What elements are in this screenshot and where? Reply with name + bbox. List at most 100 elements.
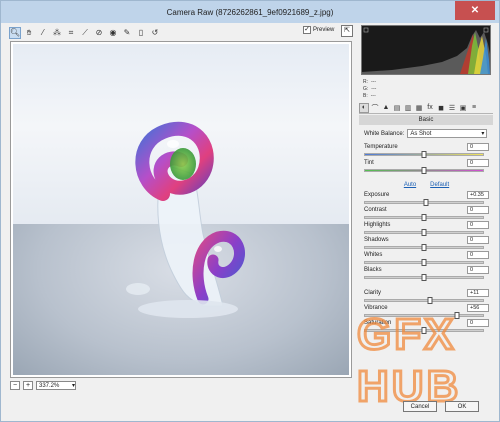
spot-removal-icon[interactable]: ⊘ <box>93 27 105 39</box>
zoom-level-select[interactable]: 337.2% ▾ <box>36 381 76 390</box>
tint-track[interactable] <box>364 167 484 174</box>
cancel-button[interactable]: Cancel <box>403 401 437 412</box>
ok-button[interactable]: OK <box>445 401 479 412</box>
preview-checkbox[interactable]: ✓ <box>303 26 311 34</box>
temperature-track[interactable] <box>364 151 484 158</box>
zoom-in-button[interactable]: + <box>23 381 33 390</box>
straighten-icon[interactable]: ⟋ <box>79 27 91 39</box>
auto-link[interactable]: Auto <box>404 182 416 188</box>
white-balance-row: White Balance: As Shot ▾ <box>364 129 489 138</box>
whites-slider-group: Whites 0 <box>364 250 489 266</box>
clarity-input[interactable]: +11 <box>467 288 489 297</box>
hand-icon[interactable]: ✋︎ <box>23 27 35 39</box>
adjustment-brush-icon[interactable]: ✎ <box>121 27 133 39</box>
exposure-input[interactable]: +0.35 <box>467 190 489 199</box>
color-sampler-icon[interactable]: ⁂ <box>51 27 63 39</box>
highlights-track[interactable] <box>364 229 484 236</box>
tint-thumb[interactable] <box>421 167 427 174</box>
highlights-input[interactable]: 0 <box>467 220 489 229</box>
snapshots-tab-icon[interactable]: ▣ <box>458 103 468 113</box>
preview-toggle[interactable]: ✓ Preview <box>303 26 334 34</box>
preview-label: Preview <box>313 27 335 33</box>
whites-input[interactable]: 0 <box>467 250 489 259</box>
chevron-down-icon: ▾ <box>481 131 485 137</box>
blacks-thumb[interactable] <box>421 274 427 281</box>
clarity-slider-group: Clarity +11 <box>364 288 489 304</box>
blacks-track[interactable] <box>364 274 484 281</box>
temperature-slider-group: Temperature 0 <box>364 142 489 158</box>
auto-default-row: Auto Default <box>364 182 489 188</box>
clarity-label: Clarity <box>364 289 382 296</box>
presets-tab-icon[interactable]: ☰ <box>447 103 457 113</box>
exposure-slider-group: Exposure +0.35 <box>364 190 489 206</box>
tone-curve-tab-icon[interactable]: ⌒ <box>370 103 380 113</box>
exposure-label: Exposure <box>364 191 390 198</box>
effects-tab-icon[interactable]: fx <box>425 103 435 113</box>
glass-letters-image <box>126 121 245 318</box>
split-toning-tab-icon[interactable]: ▥ <box>403 103 413 113</box>
default-link[interactable]: Default <box>430 182 449 188</box>
shadows-label: Shadows <box>364 236 389 243</box>
panel-title: Basic <box>359 115 493 125</box>
blacks-slider-group: Blacks 0 <box>364 265 489 281</box>
b-value: --- <box>370 93 376 99</box>
crop-icon[interactable]: ⌗ <box>65 27 77 39</box>
contrast-track[interactable] <box>364 214 484 221</box>
dialog-buttons: Cancel OK <box>403 401 479 412</box>
rotate-icon[interactable]: ↺ <box>149 27 161 39</box>
white-balance-value: As Shot <box>410 130 432 137</box>
exposure-track[interactable] <box>364 199 484 206</box>
tint-label: Tint <box>364 159 374 166</box>
camera-raw-window: Camera Raw (8726262861_9ef0921689_z.jpg)… <box>0 0 500 422</box>
b-label: B: <box>363 93 368 99</box>
zoom-out-button[interactable]: − <box>10 381 20 390</box>
title-bar: Camera Raw (8726262861_9ef0921689_z.jpg)… <box>1 1 499 23</box>
histogram-graph <box>362 27 490 74</box>
shadows-input[interactable]: 0 <box>467 235 489 244</box>
contrast-slider-group: Contrast 0 <box>364 205 489 221</box>
panel-menu-icon[interactable]: ≡ <box>469 103 479 113</box>
highlights-slider-group: Highlights 0 <box>364 220 489 236</box>
image-preview[interactable] <box>10 41 352 378</box>
r-label: R: <box>363 79 368 85</box>
watermark-logo: GFX HUB <box>356 309 460 412</box>
red-eye-icon[interactable]: ◉ <box>107 27 119 39</box>
camera-calibration-tab-icon[interactable]: ◼ <box>436 103 446 113</box>
detail-tab-icon[interactable]: ▲ <box>381 103 391 113</box>
shadows-track[interactable] <box>364 244 484 251</box>
temperature-thumb[interactable] <box>421 151 427 158</box>
window-title: Camera Raw (8726262861_9ef0921689_z.jpg) <box>166 7 334 17</box>
close-window-button[interactable]: ✕ <box>455 1 495 20</box>
g-value: --- <box>371 86 377 92</box>
contrast-input[interactable]: 0 <box>467 205 489 214</box>
fullscreen-icon[interactable]: ⇱ <box>341 25 353 37</box>
r-value: --- <box>371 79 376 85</box>
chevron-down-icon: ▾ <box>71 383 75 389</box>
white-balance-select[interactable]: As Shot ▾ <box>407 129 488 138</box>
panel-tabs: ◐ ⌒ ▲ ▤ ▥ ▦ fx ◼ ☰ ▣ ≡ <box>359 102 493 114</box>
g-label: G: <box>363 86 369 92</box>
basic-tab-icon[interactable]: ◐ <box>359 102 369 113</box>
graduated-filter-icon[interactable]: ▯ <box>135 27 147 39</box>
contrast-label: Contrast <box>364 206 387 213</box>
whites-track[interactable] <box>364 259 484 266</box>
histogram <box>361 25 491 75</box>
zoom-icon[interactable]: 🔍︎ <box>9 26 21 39</box>
blacks-input[interactable]: 0 <box>467 265 489 274</box>
blacks-label: Blacks <box>364 266 382 273</box>
whites-label: Whites <box>364 251 383 258</box>
svg-text:GFX: GFX <box>357 310 456 359</box>
rgb-readout: R: --- G: --- B: --- <box>363 79 376 100</box>
shadows-slider-group: Shadows 0 <box>364 235 489 251</box>
tint-slider-group: Tint 0 <box>364 158 489 174</box>
hsl-tab-icon[interactable]: ▤ <box>392 103 402 113</box>
highlights-label: Highlights <box>364 221 391 228</box>
white-balance-label: White Balance: <box>364 130 405 137</box>
eyedropper-icon[interactable]: ⁄ <box>37 27 49 39</box>
temperature-label: Temperature <box>364 143 398 150</box>
zoom-controls: − + 337.2% ▾ <box>10 381 76 390</box>
zoom-level-value: 337.2% <box>39 382 60 389</box>
temperature-input[interactable]: 0 <box>467 142 489 151</box>
lens-tab-icon[interactable]: ▦ <box>414 103 424 113</box>
tint-input[interactable]: 0 <box>467 158 489 167</box>
